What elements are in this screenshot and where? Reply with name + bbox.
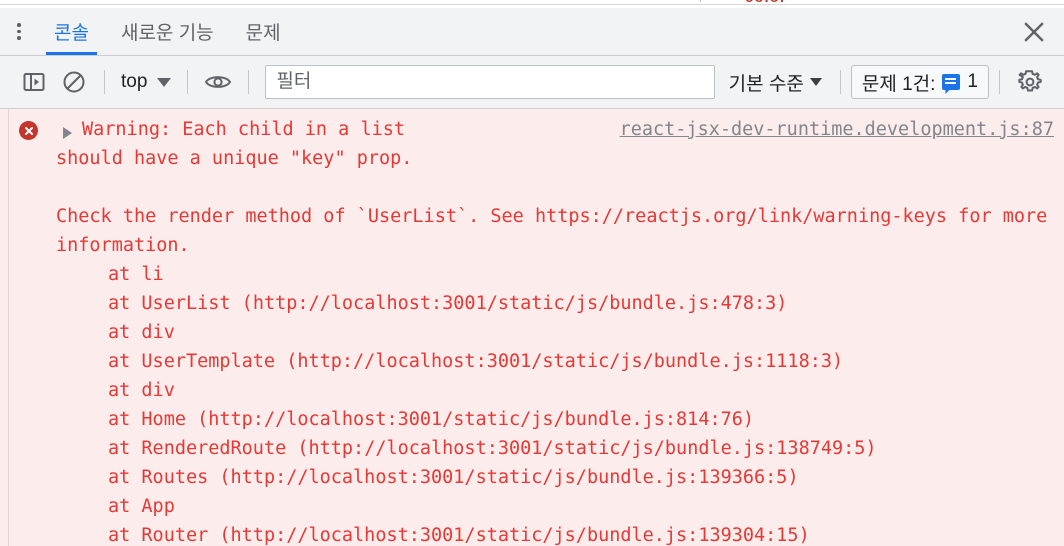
drawer-tabbar: 콘솔 새로운 기능 문제 xyxy=(0,8,1064,56)
message-detail: Check the render method of `UserList`. S… xyxy=(56,173,1054,260)
toolbar-divider-1 xyxy=(104,70,105,94)
issues-badge-count: 1 xyxy=(967,71,978,92)
clear-console-icon[interactable] xyxy=(54,62,94,102)
stack-frame-label: at UserTemplate xyxy=(108,351,276,372)
stack-frame-paren-close: ) xyxy=(742,409,755,430)
stack-frame-url[interactable]: http://localhost:3001/static/js/bundle.j… xyxy=(231,467,788,488)
message-detail-url[interactable]: https://reactjs.org/link/warning-keys xyxy=(535,206,947,227)
message-headline-line2: should have a unique "key" prop. xyxy=(56,148,413,169)
tabbar-left-group: 콘솔 새로운 기능 문제 xyxy=(0,8,297,55)
message-source-link[interactable]: react-jsx-dev-runtime.development.js:87 xyxy=(620,115,1054,144)
expand-triangle-icon[interactable] xyxy=(63,127,72,139)
stack-frame-label: at div xyxy=(108,322,175,343)
issues-badge-button[interactable]: 문제 1건: 1 xyxy=(850,65,989,99)
log-level-label: 기본 수준 xyxy=(728,73,804,95)
devtools-drawer: color 콘솔 새로운 기능 문제 xyxy=(0,0,1064,546)
issues-message-icon xyxy=(942,74,961,90)
stack-frame-url[interactable]: http://localhost:3001/static/js/bundle.j… xyxy=(231,525,799,546)
tabbar-spacer xyxy=(297,8,1004,55)
stack-frame-label: at UserList xyxy=(108,293,231,314)
stack-frame-paren-close: ) xyxy=(776,293,788,314)
stack-frame-paren-open: ( xyxy=(286,438,309,459)
stack-frame-url[interactable]: http://localhost:3001/static/js/bundle.j… xyxy=(297,351,832,372)
stack-frame: at li xyxy=(56,260,1054,289)
stack-frame: at Routes (http://localhost:3001/static/… xyxy=(56,463,1054,492)
sidebar-panel-icon[interactable] xyxy=(14,62,54,102)
stack-frame-label: at App xyxy=(108,496,175,517)
stack-frame-label: at Home xyxy=(108,409,186,430)
close-icon[interactable] xyxy=(1004,8,1064,55)
stack-frame: at div xyxy=(56,376,1054,405)
stack-frame-paren-open: ( xyxy=(185,409,209,430)
message-headline-line1: Warning: Each child in a list xyxy=(82,119,406,140)
error-circle-icon xyxy=(19,121,38,140)
tab-issues-label: 문제 xyxy=(245,23,281,44)
stack-frame: at UserList (http://localhost:3001/stati… xyxy=(56,289,1054,318)
tab-console[interactable]: 콘솔 xyxy=(38,8,105,55)
console-message-error[interactable]: react-jsx-dev-runtime.development.js:87 … xyxy=(0,109,1064,546)
stack-frame-paren-close: ) xyxy=(798,525,810,546)
stack-frame-label: at div xyxy=(108,380,175,401)
toolbar-divider-5 xyxy=(999,70,1000,94)
stack-frame: at div xyxy=(56,318,1054,347)
live-expression-eye-icon[interactable] xyxy=(198,62,238,102)
tab-whats-new-label: 새로운 기능 xyxy=(120,23,214,44)
page-behind-rule xyxy=(0,4,1064,5)
gear-icon[interactable] xyxy=(1010,62,1050,102)
console-message-list[interactable]: react-jsx-dev-runtime.development.js:87 … xyxy=(0,109,1064,546)
console-toolbar: top 기본 수준 문제 1건: 1 xyxy=(0,56,1064,109)
console-message-content: react-jsx-dev-runtime.development.js:87 … xyxy=(9,109,1064,546)
tab-console-label: 콘솔 xyxy=(54,23,89,44)
page-behind-sliver: color xyxy=(0,0,1064,8)
console-message-gutter xyxy=(0,109,9,546)
kebab-menu-icon[interactable] xyxy=(0,8,38,55)
toolbar-divider-2 xyxy=(187,70,189,94)
tab-whats-new[interactable]: 새로운 기능 xyxy=(105,8,230,55)
stack-frame: at Home (http://localhost:3001/static/js… xyxy=(56,405,1054,434)
stack-frame-label: at RenderedRoute xyxy=(108,438,287,459)
toolbar-divider-4 xyxy=(839,70,841,94)
page-behind-text: color xyxy=(745,0,787,6)
stack-frame: at Router (http://localhost:3001/static/… xyxy=(56,521,1054,546)
stack-frame-paren-open: ( xyxy=(208,525,231,546)
stack-frame-paren-close: ) xyxy=(865,438,877,459)
issues-badge-label: 문제 1건: xyxy=(861,73,936,95)
tab-issues[interactable]: 문제 xyxy=(230,8,297,55)
stack-frame: at RenderedRoute (http://localhost:3001/… xyxy=(56,434,1054,463)
stack-frame-label: at li xyxy=(108,264,164,285)
stack-frame-url[interactable]: http://localhost:3001/static/js/bundle.j… xyxy=(309,438,866,459)
stack-trace: at li at UserList (http://localhost:3001/… xyxy=(56,260,1054,546)
kebab-dots xyxy=(17,23,21,40)
toolbar-divider-3 xyxy=(248,70,250,94)
message-detail-prefix: Check the render method of `UserList`. S… xyxy=(56,206,535,227)
stack-frame: at App xyxy=(56,492,1054,521)
chevron-down-icon xyxy=(157,77,172,87)
log-level-selector[interactable]: 기본 수준 xyxy=(721,69,830,96)
stack-frame-label: at Routes xyxy=(108,467,209,488)
stack-frame-paren-open: ( xyxy=(208,467,231,488)
execution-context-selector[interactable]: top xyxy=(115,71,177,93)
chevron-down-icon xyxy=(809,78,822,86)
execution-context-label: top xyxy=(121,71,148,92)
stack-frame-paren-close: ) xyxy=(787,467,799,488)
page-behind-divider xyxy=(700,0,701,2)
stack-frame: at UserTemplate (http://localhost:3001/s… xyxy=(56,347,1054,376)
stack-frame-paren-close: ) xyxy=(831,351,844,372)
stack-frame-url[interactable]: http://localhost:3001/static/js/bundle.j… xyxy=(208,409,743,430)
stack-frame-paren-open: ( xyxy=(230,293,253,314)
stack-frame-label: at Router xyxy=(108,525,209,546)
filter-input[interactable] xyxy=(265,65,715,99)
stack-frame-paren-open: ( xyxy=(275,351,298,372)
stack-frame-url[interactable]: http://localhost:3001/static/js/bundle.j… xyxy=(253,293,776,314)
